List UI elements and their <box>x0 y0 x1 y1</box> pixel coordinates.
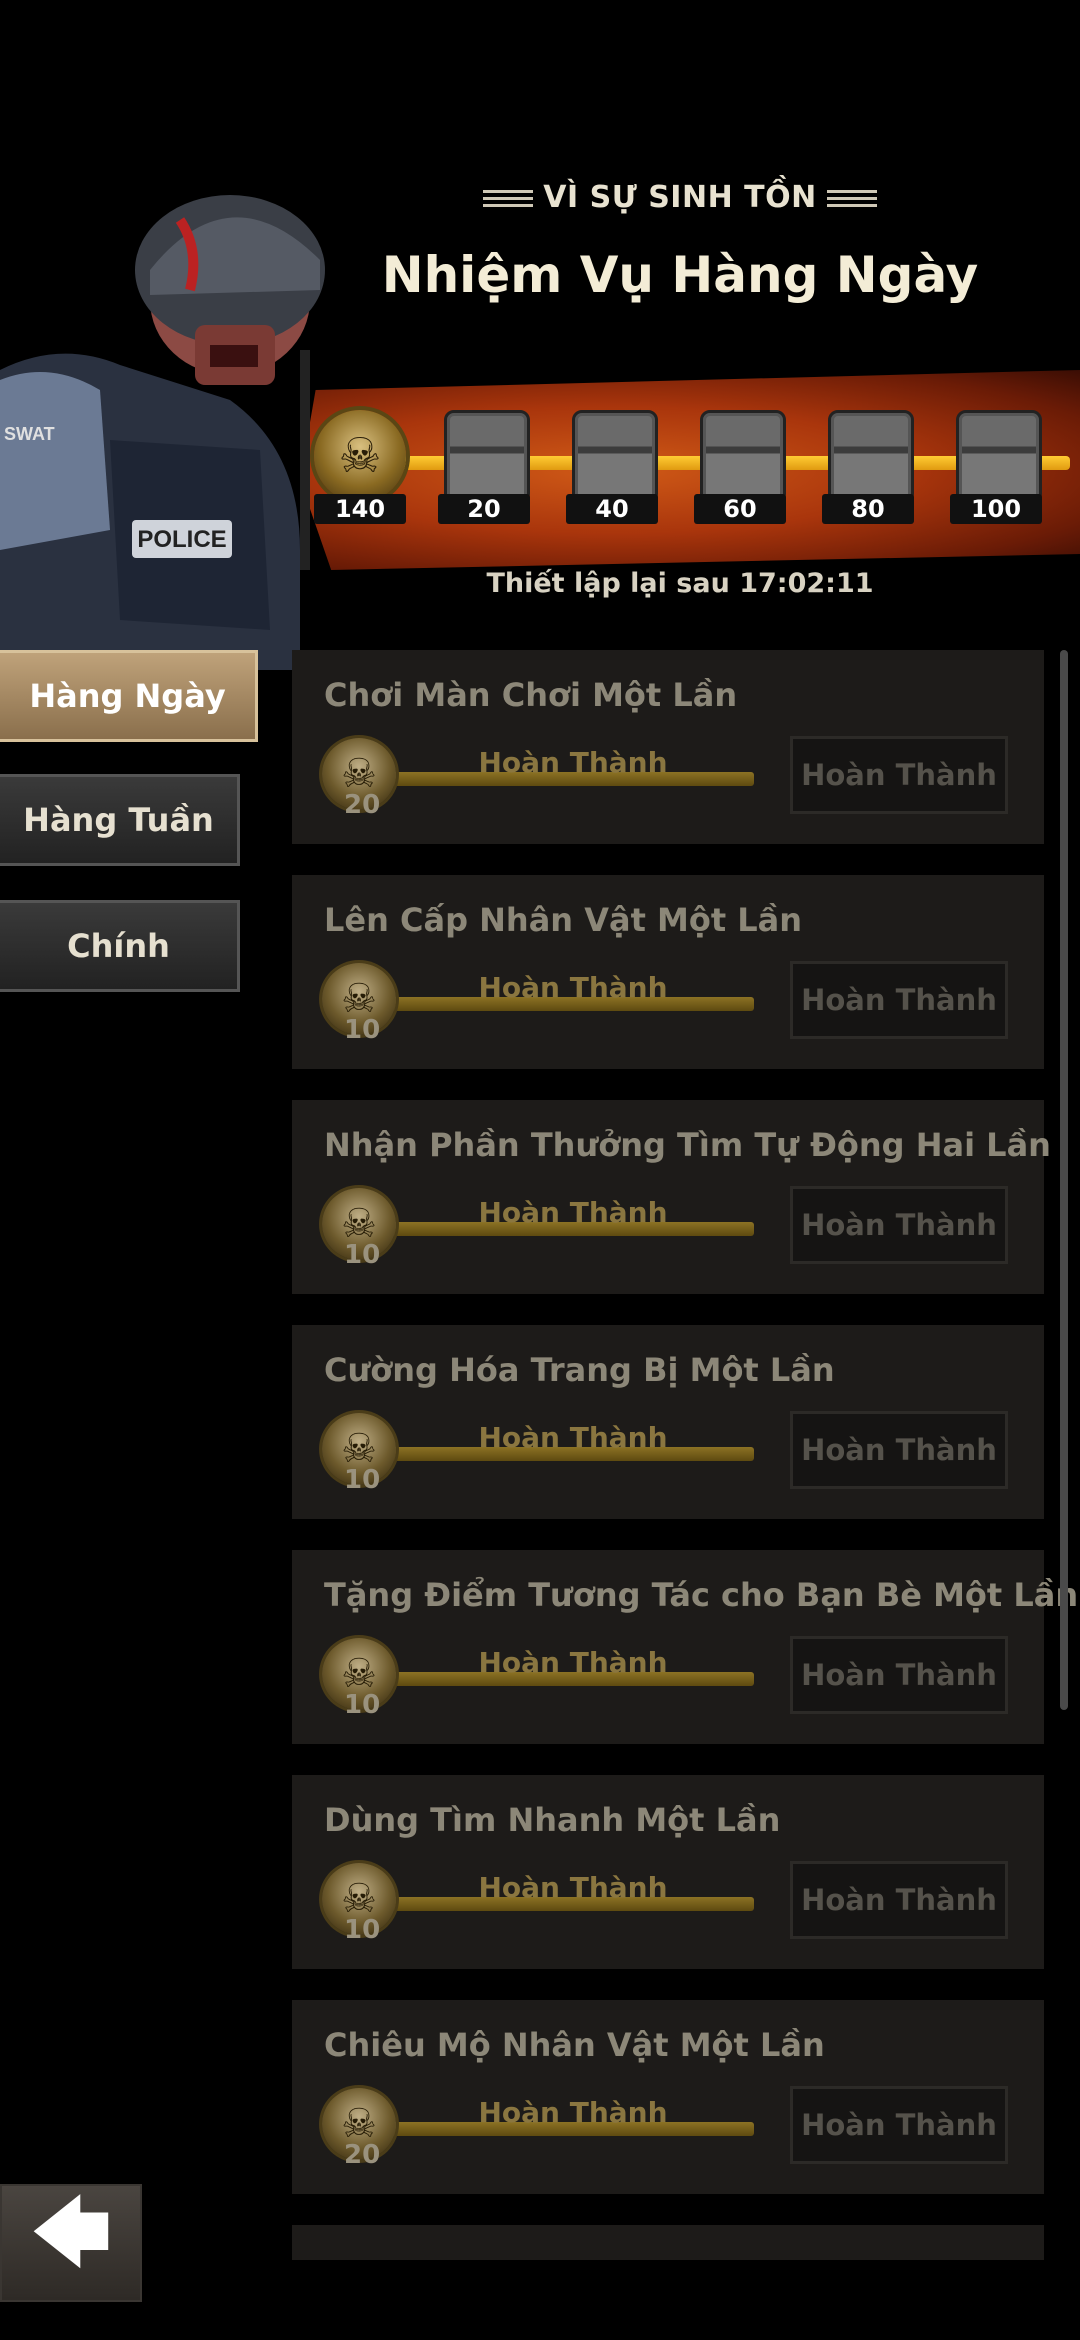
zombie-police-character: POLICE SWAT <box>0 195 325 670</box>
chest-icon[interactable] <box>700 410 786 500</box>
quest-complete-button[interactable]: Hoàn Thành <box>790 2086 1008 2164</box>
quest-reward: 10 <box>344 1240 381 1270</box>
milestone-label: 100 <box>950 494 1042 524</box>
milestone-label: 80 <box>822 494 914 524</box>
tab-main[interactable]: Chính <box>0 900 240 992</box>
quest-progress-label: Hoàn Thành <box>478 746 668 779</box>
quest-progress-label: Hoàn Thành <box>478 1421 668 1454</box>
chest-icon[interactable] <box>444 410 530 500</box>
wing-right-icon <box>826 189 877 208</box>
quest-row: Chiêu Mộ Nhân Vật Một Lần Hoàn Thành ☠ 2… <box>292 2000 1044 2194</box>
quest-progress-label: Hoàn Thành <box>478 1646 668 1679</box>
quest-progress-label: Hoàn Thành <box>478 971 668 1004</box>
quest-row: Tặng Điểm Tương Tác cho Bạn Bè Một Lần H… <box>292 1550 1078 1744</box>
milestone-label: 40 <box>566 494 658 524</box>
quest-reward: 20 <box>344 2140 381 2170</box>
tab-daily[interactable]: Hàng Ngày <box>0 650 258 742</box>
wing-left-icon <box>483 189 534 208</box>
quest-progress-label: Hoàn Thành <box>478 1196 668 1229</box>
tab-weekly[interactable]: Hàng Tuần <box>0 774 240 866</box>
page-title: Nhiệm Vụ Hàng Ngày <box>381 246 979 304</box>
quest-complete-button[interactable]: Hoàn Thành <box>790 1861 1008 1939</box>
subtitle-text: VÌ SỰ SINH TỒN <box>543 180 817 215</box>
chest-icon[interactable] <box>956 410 1042 500</box>
quest-row: Lên Cấp Nhân Vật Một Lần Hoàn Thành ☠ 10… <box>292 875 1044 1069</box>
quest-reward: 10 <box>344 1465 381 1495</box>
quest-complete-button[interactable]: Hoàn Thành <box>790 736 1008 814</box>
quest-reward: 10 <box>344 1915 381 1945</box>
quest-row: Dùng Tìm Nhanh Một Lần Hoàn Thành ☠ 10 H… <box>292 1775 1044 1969</box>
quest-list-scrollbar[interactable] <box>1060 650 1068 1710</box>
back-arrow-icon: 🡄 <box>29 2186 113 2279</box>
back-button[interactable]: 🡄 <box>0 2184 142 2302</box>
quest-reward: 10 <box>344 1690 381 1720</box>
milestone-label: 20 <box>438 494 530 524</box>
quest-reward: 20 <box>344 790 381 820</box>
quest-reward: 10 <box>344 1015 381 1045</box>
quest-title: Chơi Màn Chơi Một Lần <box>324 676 738 714</box>
page-subtitle: VÌ SỰ SINH TỒN <box>300 180 1060 215</box>
quest-complete-button[interactable]: Hoàn Thành <box>790 1411 1008 1489</box>
quest-progress-label: Hoàn Thành <box>478 2096 668 2129</box>
quest-row: Chơi Màn Chơi Một Lần Hoàn Thành ☠ 20 Ho… <box>292 650 1044 844</box>
chest-icon[interactable] <box>828 410 914 500</box>
quest-row: Cường Hóa Trang Bị Một Lần Hoàn Thành ☠ … <box>292 1325 1044 1519</box>
chest-icon[interactable] <box>572 410 658 500</box>
quest-complete-button[interactable]: Hoàn Thành <box>790 1186 1008 1264</box>
quest-title: Chiêu Mộ Nhân Vật Một Lần <box>324 2026 825 2064</box>
milestone-label: 60 <box>694 494 786 524</box>
reset-timer: Thiết lập lại sau 17:02:11 <box>486 568 874 599</box>
quest-title: Nhận Phần Thưởng Tìm Tự Động Hai Lần <box>324 1126 1051 1164</box>
hero-shoulder-text: SWAT <box>4 424 55 444</box>
hero-badge-text: POLICE <box>137 526 226 553</box>
quest-progress-label: Hoàn Thành <box>478 1871 668 1904</box>
quest-row: Nhận Phần Thưởng Tìm Tự Động Hai Lần Hoà… <box>292 1100 1051 1294</box>
quest-complete-button[interactable]: Hoàn Thành <box>790 961 1008 1039</box>
quest-complete-button[interactable]: Hoàn Thành <box>790 1636 1008 1714</box>
quest-title: Cường Hóa Trang Bị Một Lần <box>324 1351 835 1389</box>
quest-title: Tặng Điểm Tương Tác cho Bạn Bè Một Lần <box>324 1576 1079 1614</box>
quest-title: Lên Cấp Nhân Vật Một Lần <box>324 901 803 939</box>
quest-row-partial <box>292 2225 1044 2260</box>
quest-title: Dùng Tìm Nhanh Một Lần <box>324 1801 781 1839</box>
